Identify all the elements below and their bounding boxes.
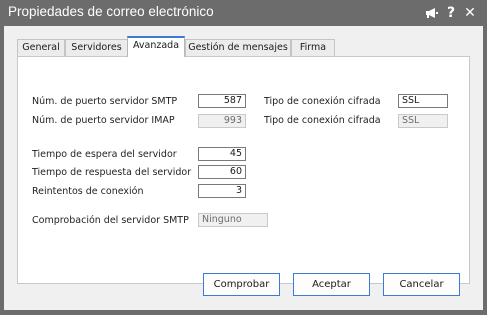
help-button[interactable]: ? (444, 4, 458, 22)
cancel-button[interactable]: Cancelar (383, 273, 460, 296)
smtp-port-label: Núm. de puerto servidor SMTP (32, 96, 178, 107)
dialog-client: General Servidores Avanzada Gestión de m… (4, 26, 483, 310)
megaphone-icon[interactable] (423, 4, 441, 22)
email-properties-dialog: Propiedades de correo electrónico ? ✕ Ge… (0, 0, 487, 315)
accept-button[interactable]: Aceptar (293, 273, 370, 296)
smtp-port-input[interactable]: 587 (198, 94, 246, 108)
connection-retries-input[interactable]: 3 (198, 184, 246, 198)
server-response-input[interactable]: 60 (198, 165, 246, 179)
smtp-check-field: Ninguno (198, 213, 268, 227)
close-button[interactable]: ✕ (462, 4, 478, 22)
smtp-encryption-field[interactable]: SSL (398, 94, 448, 108)
tab-firma[interactable]: Firma (291, 39, 335, 56)
advanced-panel: Núm. de puerto servidor SMTP 587 Tipo de… (17, 56, 470, 284)
connection-retries-label: Reintentos de conexión (32, 186, 144, 197)
dialog-title: Propiedades de correo electrónico (8, 4, 214, 19)
server-response-label: Tiempo de respuesta del servidor (32, 167, 192, 178)
smtp-encryption-label: Tipo de conexión cifrada (264, 96, 381, 107)
check-button[interactable]: Comprobar (203, 273, 280, 296)
server-wait-label: Tiempo de espera del servidor (32, 149, 177, 160)
smtp-check-label: Comprobación del servidor SMTP (32, 215, 189, 226)
imap-encryption-label: Tipo de conexión cifrada (264, 115, 381, 126)
tab-general[interactable]: General (17, 39, 65, 56)
tab-gestion-mensajes[interactable]: Gestión de mensajes (185, 39, 291, 56)
imap-port-field: 993 (198, 114, 246, 128)
imap-port-label: Núm. de puerto servidor IMAP (32, 115, 175, 126)
tab-servidores[interactable]: Servidores (65, 39, 128, 56)
imap-encryption-field: SSL (398, 114, 448, 128)
tab-avanzada[interactable]: Avanzada (127, 36, 185, 57)
server-wait-input[interactable]: 45 (198, 147, 246, 161)
title-bar: Propiedades de correo electrónico ? ✕ (0, 0, 487, 26)
